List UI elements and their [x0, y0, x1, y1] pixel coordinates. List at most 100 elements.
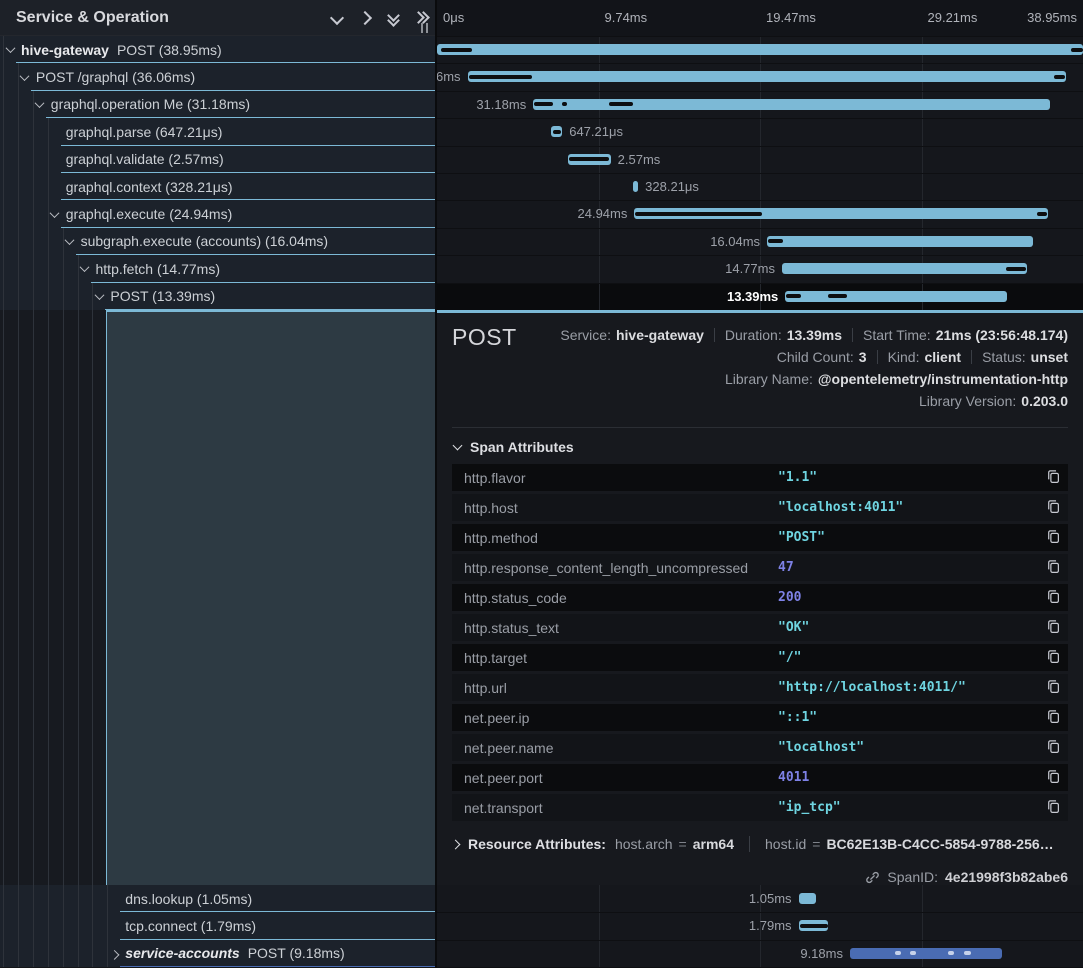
copy-icon[interactable] — [1046, 559, 1061, 574]
tree-row[interactable]: graphql.context (328.21μs) — [0, 173, 435, 200]
tree-row[interactable]: graphql.operation Me (31.18ms) — [0, 91, 435, 118]
span-bar[interactable] — [782, 263, 1027, 274]
operation-name: POST /graphql (36.06ms) — [36, 69, 195, 85]
copy-icon[interactable] — [1046, 679, 1061, 694]
critical-path-segment — [1006, 267, 1026, 271]
indent-guide — [78, 912, 79, 939]
span-bar[interactable] — [437, 44, 1083, 55]
meta-label: Library Version: — [919, 393, 1016, 409]
indent-guide — [92, 940, 93, 967]
copy-icon[interactable] — [1046, 739, 1061, 754]
attribute-value: "/" — [778, 650, 801, 665]
critical-path-segment — [469, 75, 532, 79]
meta-label: Service: — [560, 327, 611, 343]
timeline-row: 13.39ms — [437, 283, 1083, 310]
span-bar[interactable] — [633, 181, 638, 192]
span-name: graphql.execute (24.94ms) — [66, 200, 233, 227]
tree-row[interactable]: subgraph.execute (accounts) (16.04ms) — [0, 228, 435, 255]
expand-one-icon[interactable] — [351, 6, 379, 30]
copy-icon[interactable] — [1046, 619, 1061, 634]
span-title: POST — [452, 324, 517, 351]
link-icon[interactable] — [865, 870, 880, 885]
operation-name: graphql.execute (24.94ms) — [66, 206, 233, 222]
tree-row[interactable]: graphql.validate (2.57ms) — [0, 146, 435, 173]
meta-line: Child Count:3Kind:clientStatus:unset — [517, 346, 1068, 368]
copy-icon[interactable] — [1046, 589, 1061, 604]
critical-path-segment — [609, 102, 632, 106]
span-bar[interactable] — [850, 948, 1002, 959]
indent-guide — [63, 912, 64, 939]
resource-attributes-row[interactable]: Resource Attributes: host.arch=arm64host… — [452, 836, 1068, 852]
indent-guide — [3, 118, 4, 145]
attribute-row: net.peer.ip"::1" — [452, 704, 1068, 731]
tree-row[interactable]: graphql.execute (24.94ms) — [0, 200, 435, 227]
span-bar[interactable] — [468, 71, 1066, 82]
copy-icon[interactable] — [1046, 799, 1061, 814]
critical-path-segment — [534, 102, 553, 106]
span-bar[interactable] — [799, 893, 816, 904]
meta-label: Duration: — [725, 327, 782, 343]
tree-row[interactable]: graphql.parse (647.21μs) — [0, 118, 435, 145]
copy-icon[interactable] — [1046, 709, 1061, 724]
indent-guide — [18, 200, 19, 227]
indent-guide — [33, 173, 34, 200]
column-resize-grip[interactable] — [421, 23, 428, 33]
attribute-key: http.target — [452, 650, 778, 666]
equals-sign: = — [812, 836, 820, 852]
chevron-down-icon[interactable] — [93, 283, 105, 310]
span-name: graphql.context (328.21μs) — [66, 173, 233, 200]
collapse-one-icon[interactable] — [323, 6, 351, 30]
tree-row[interactable]: service-accountsPOST (9.18ms) — [0, 940, 435, 967]
column-divider[interactable] — [435, 0, 437, 968]
meta-label: Child Count: — [777, 349, 854, 365]
chevron-down-icon[interactable] — [34, 91, 46, 118]
chevron-down-icon[interactable] — [19, 63, 31, 90]
operation-name: tcp.connect (1.79ms) — [125, 918, 256, 934]
span-name: tcp.connect (1.79ms) — [125, 912, 256, 939]
span-attributes-header[interactable]: Span Attributes — [454, 439, 1068, 455]
chevron-down-icon — [453, 441, 463, 451]
tree-row[interactable]: hive-gatewayPOST (38.95ms) — [0, 36, 435, 63]
indent-guide — [33, 255, 34, 282]
chevron-down-icon[interactable] — [64, 228, 76, 255]
indent-guide — [107, 912, 108, 939]
meta-value: 3 — [859, 349, 867, 365]
indent-guide — [33, 940, 34, 967]
copy-icon[interactable] — [1046, 649, 1061, 664]
indent-guide — [3, 885, 4, 912]
copy-icon[interactable] — [1046, 469, 1061, 484]
span-name: dns.lookup (1.05ms) — [125, 885, 252, 912]
span-name: POST /graphql (36.06ms) — [36, 63, 195, 90]
span-bar[interactable] — [767, 236, 1033, 247]
copy-icon[interactable] — [1046, 499, 1061, 514]
indent-guide — [33, 118, 34, 145]
chevron-down-icon[interactable] — [79, 255, 91, 282]
copy-icon[interactable] — [1046, 529, 1061, 544]
meta-line: Library Version: 0.203.0 — [517, 390, 1068, 412]
chevron-down-icon[interactable] — [49, 200, 61, 227]
tree-row[interactable]: dns.lookup (1.05ms) — [0, 885, 435, 912]
indent-guide — [18, 173, 19, 200]
span-name: graphql.validate (2.57ms) — [66, 146, 224, 173]
tree-row[interactable]: POST /graphql (36.06ms) — [0, 63, 435, 90]
tree-row[interactable]: POST (13.39ms) — [0, 283, 435, 310]
meta-label: Kind: — [888, 349, 920, 365]
tree-row[interactable]: tcp.connect (1.79ms) — [0, 912, 435, 939]
critical-path-segment — [569, 157, 609, 161]
operation-name: dns.lookup (1.05ms) — [125, 891, 252, 907]
span-name: service-accountsPOST (9.18ms) — [125, 940, 344, 967]
chevron-right-icon — [451, 839, 461, 849]
span-bar[interactable] — [785, 291, 1007, 302]
column-title: Service & Operation — [16, 9, 323, 27]
collapse-all-icon[interactable] — [379, 6, 407, 30]
meta-value: 0.203.0 — [1021, 393, 1068, 409]
indent-guide — [3, 173, 4, 200]
chevron-down-icon[interactable] — [4, 36, 16, 63]
meta-label: Start Time: — [863, 327, 931, 343]
tree-row[interactable]: http.fetch (14.77ms) — [0, 255, 435, 282]
span-attributes-table: http.flavor"1.1"http.host"localhost:4011… — [452, 464, 1068, 821]
indent-guide — [18, 912, 19, 939]
chevron-right-icon[interactable] — [108, 940, 120, 967]
indent-guide — [78, 885, 79, 912]
copy-icon[interactable] — [1046, 769, 1061, 784]
